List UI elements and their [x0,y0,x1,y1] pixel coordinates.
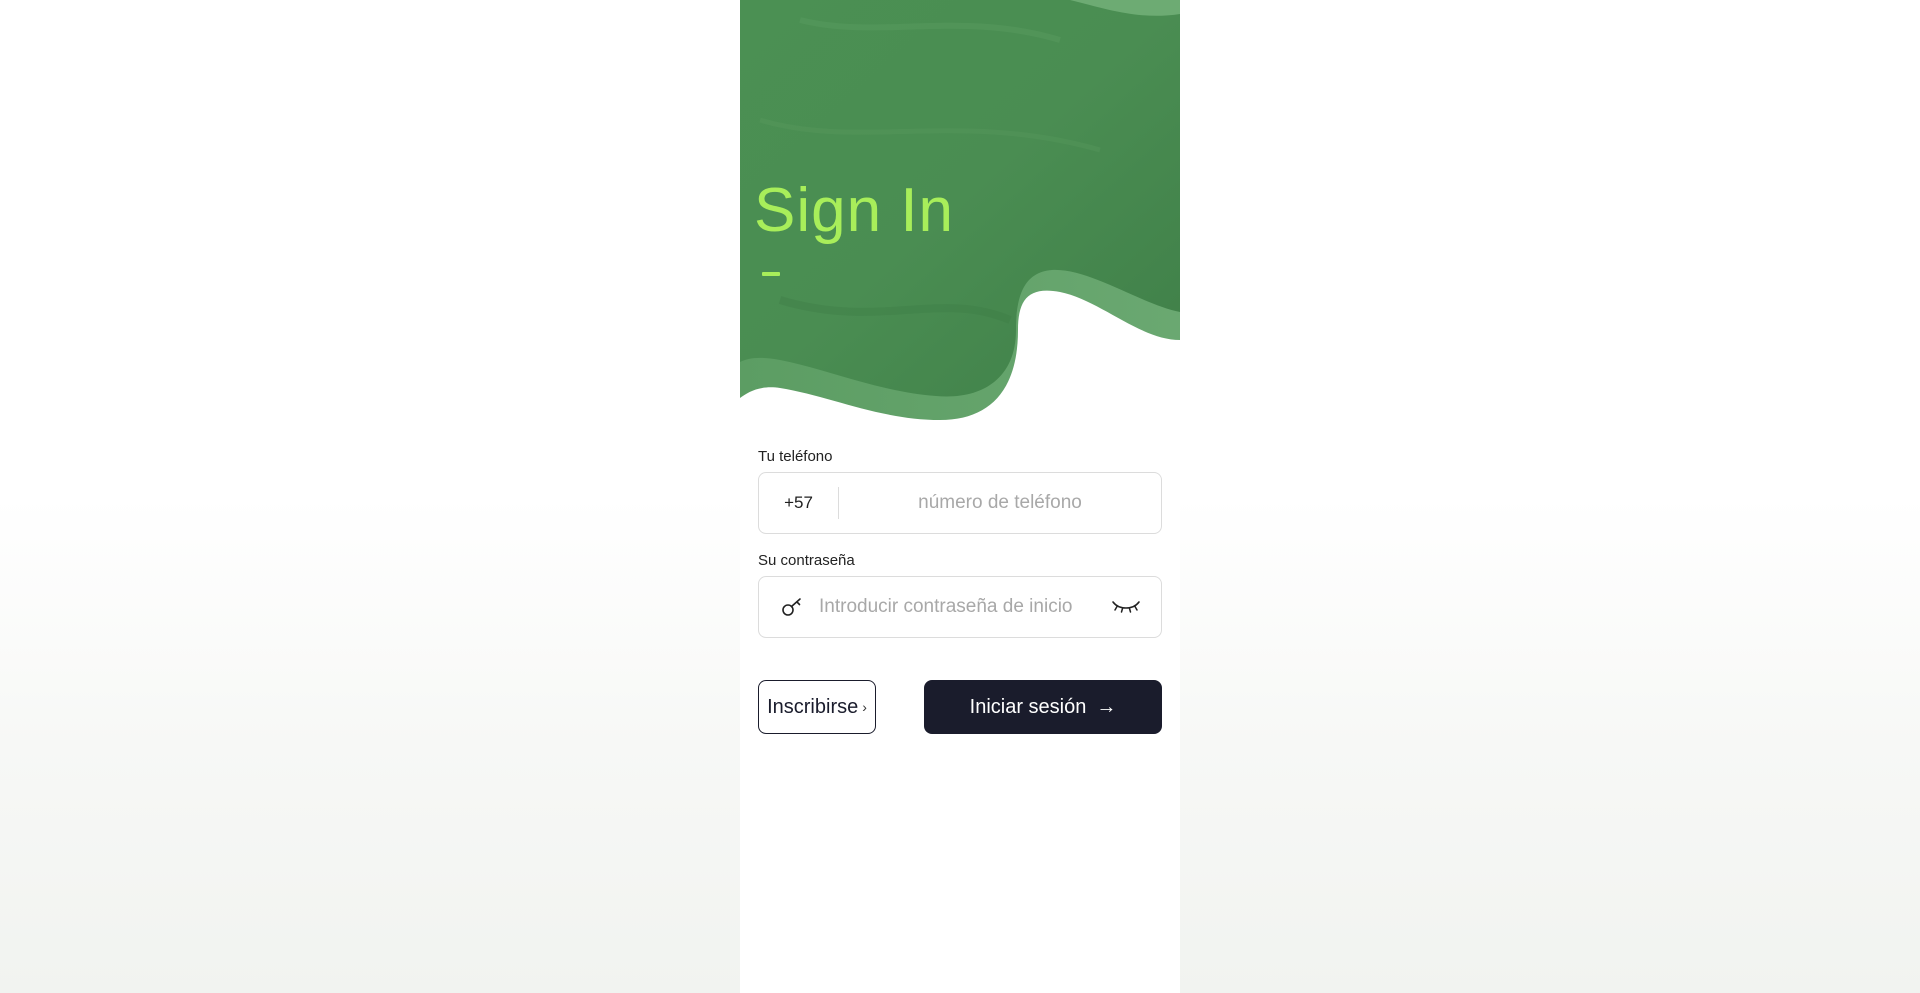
signup-button[interactable]: Inscribirse › [758,680,876,734]
phone-screen: Sign In Tu teléfono +57 Su contraseña [740,0,1180,993]
phone-input[interactable] [839,483,1161,523]
arrow-right-icon: → [1096,695,1117,718]
signin-button-label: Iniciar sesión [969,695,1087,718]
password-label: Su contraseña [758,552,855,569]
phone-field: +57 [758,472,1162,534]
form-actions: Inscribirse › Iniciar sesión → [758,680,1162,734]
page-title: Sign In [754,176,955,245]
password-input[interactable] [807,587,1109,627]
sign-in-form: Tu teléfono +57 Su contraseña [758,448,1162,638]
password-field [758,576,1162,638]
signin-button[interactable]: Iniciar sesión → [924,680,1162,734]
eye-closed-icon[interactable] [1109,592,1143,622]
chevron-right-icon: › [862,699,867,715]
country-code-prefix[interactable]: +57 [759,487,839,519]
key-icon [777,592,807,622]
phone-label: Tu teléfono [758,448,833,465]
title-underline [762,272,780,276]
hero-banner: Sign In [740,0,1180,430]
signup-button-label: Inscribirse [767,695,859,718]
